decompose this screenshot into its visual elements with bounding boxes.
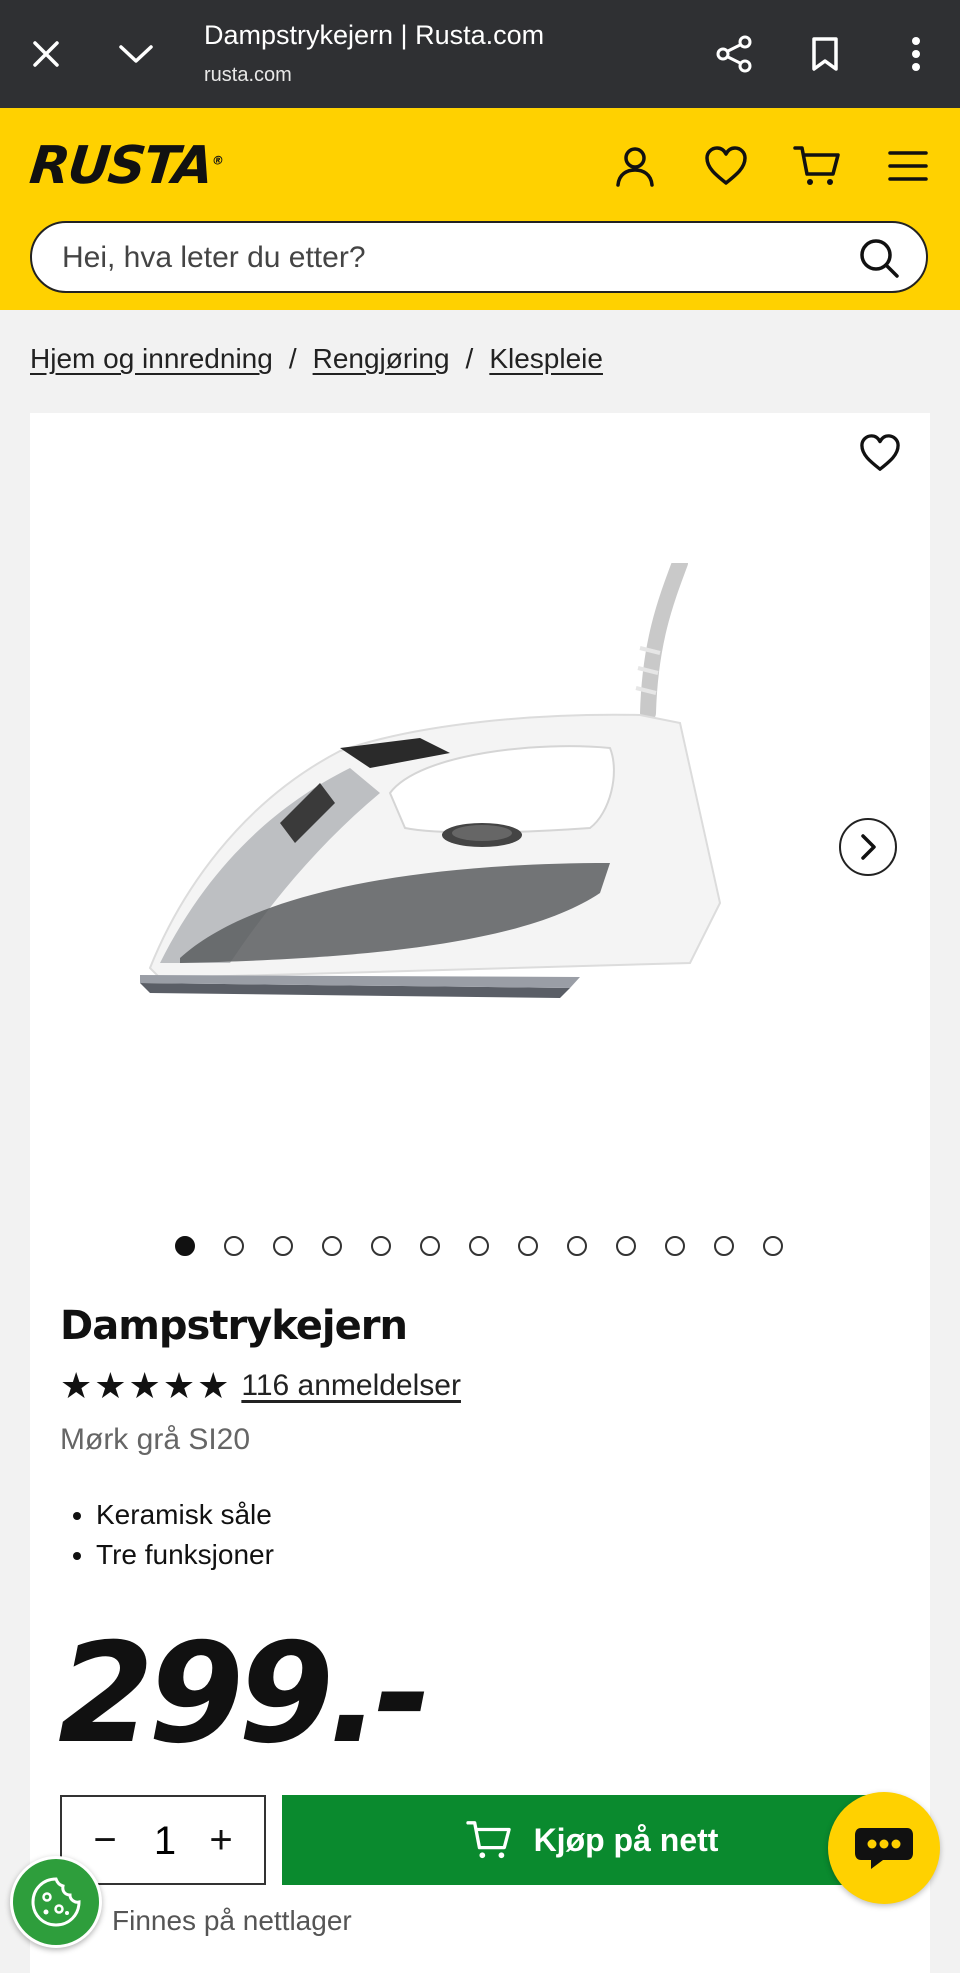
carousel-dot[interactable]: [273, 1236, 293, 1256]
next-image-button[interactable]: [839, 818, 897, 876]
page-title: Dampstrykejern | Rusta.com: [204, 20, 545, 50]
share-icon[interactable]: [704, 24, 764, 84]
carousel-dot[interactable]: [567, 1236, 587, 1256]
search-bar: [30, 221, 928, 293]
cookie-icon: [31, 1877, 81, 1927]
carousel-dot[interactable]: [518, 1236, 538, 1256]
reviews-link[interactable]: 116 anmeldelser: [241, 1369, 461, 1403]
carousel-dot[interactable]: [175, 1236, 195, 1256]
chevron-down-icon[interactable]: [106, 24, 166, 84]
breadcrumb-separator: /: [288, 343, 297, 374]
image-carousel-dots: [175, 1236, 783, 1256]
browser-toolbar: Dampstrykejern | Rusta.com rusta.com: [0, 0, 960, 108]
stock-status: Finnes på nettlager: [112, 1905, 352, 1936]
cart-icon: [465, 1821, 511, 1859]
increase-quantity-button[interactable]: +: [196, 1813, 246, 1867]
feature-item: Tre funksjoner: [96, 1535, 274, 1575]
carousel-dot[interactable]: [224, 1236, 244, 1256]
menu-icon[interactable]: [878, 136, 938, 196]
more-vertical-icon[interactable]: [886, 24, 946, 84]
close-icon[interactable]: [16, 24, 76, 84]
quantity-input[interactable]: [128, 1815, 202, 1867]
carousel-dot[interactable]: [763, 1236, 783, 1256]
chevron-right-icon: [861, 834, 876, 860]
feature-list: Keramisk såle Tre funksjoner: [60, 1495, 274, 1575]
star-rating-icon: ★★★★★: [60, 1365, 232, 1406]
carousel-dot[interactable]: [322, 1236, 342, 1256]
product-variant: Mørk grå SI20: [60, 1423, 251, 1456]
carousel-dot[interactable]: [420, 1236, 440, 1256]
chat-bubble-icon: [855, 1828, 913, 1869]
buy-online-button[interactable]: Kjøp på nett: [282, 1795, 902, 1885]
feature-item: Keramisk såle: [96, 1495, 274, 1535]
chat-button[interactable]: [828, 1792, 940, 1904]
favorite-heart-icon[interactable]: [852, 425, 908, 481]
breadcrumb: Hjem og innredning / Rengjøring / Klespleie: [30, 343, 603, 375]
carousel-dot[interactable]: [616, 1236, 636, 1256]
search-input[interactable]: [60, 237, 844, 279]
page-url: rusta.com: [204, 64, 292, 86]
heart-icon[interactable]: [696, 136, 756, 196]
breadcrumb-link-hjem-og-innredning[interactable]: Hjem og innredning: [30, 343, 273, 374]
breadcrumb-link-klespleie[interactable]: Klespleie: [489, 343, 603, 374]
carousel-dot[interactable]: [665, 1236, 685, 1256]
search-icon[interactable]: [854, 233, 904, 283]
buy-online-label: Kjøp på nett: [533, 1821, 719, 1858]
product-title: Dampstrykejern: [60, 1303, 408, 1349]
decrease-quantity-button[interactable]: −: [80, 1813, 130, 1867]
product-rating: ★★★★★ 116 anmeldelser: [60, 1365, 461, 1407]
user-icon[interactable]: [605, 136, 665, 196]
site-header: RUSTA®: [0, 108, 960, 310]
bookmark-icon[interactable]: [795, 24, 855, 84]
product-card: Dampstrykejern ★★★★★ 116 anmeldelser Mør…: [30, 413, 930, 1973]
cart-icon[interactable]: [787, 136, 847, 196]
breadcrumb-separator: /: [465, 343, 474, 374]
breadcrumb-link-rengjoring[interactable]: Rengjøring: [313, 343, 450, 374]
rusta-logo[interactable]: RUSTA®: [27, 136, 225, 196]
carousel-dot[interactable]: [371, 1236, 391, 1256]
carousel-dot[interactable]: [469, 1236, 489, 1256]
product-image-steam-iron[interactable]: [120, 563, 860, 1003]
carousel-dot[interactable]: [714, 1236, 734, 1256]
product-price: 299.-: [58, 1613, 432, 1774]
cookie-settings-button[interactable]: [10, 1856, 102, 1948]
